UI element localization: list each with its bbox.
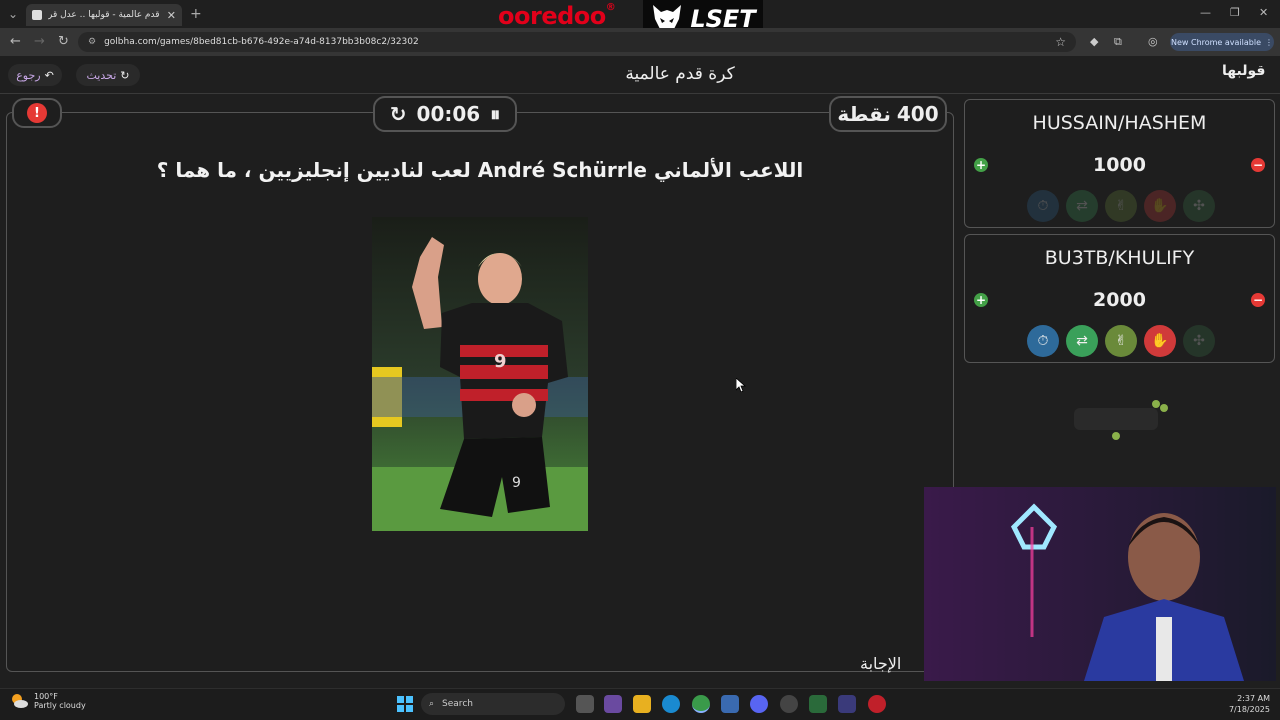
mouse-cursor-icon [735,377,747,396]
site-info-icon[interactable]: ⚙ [88,37,96,47]
stopwatch-icon[interactable]: ⏱ [1027,190,1059,222]
svg-text:9: 9 [512,475,521,491]
app-icon[interactable] [780,695,798,713]
back-label: رجوع [16,68,41,82]
svg-text:9: 9 [494,351,507,372]
hand-stop-icon[interactable]: ✋ [1144,190,1176,222]
team-name: BU3TB/KHULIFY [1044,247,1195,269]
extension-icon[interactable]: ◆ [1090,35,1098,48]
search-icon: ⌕ [429,699,435,709]
ooredoo-logo: ooredoo® [498,2,616,30]
copilot-icon[interactable] [604,695,622,713]
chrome-icon[interactable] [692,695,710,713]
watermark-logo [1068,398,1178,448]
report-button[interactable]: ! [12,98,62,128]
clock-time: 2:37 AM [1237,694,1270,703]
profile-icon[interactable]: ◎ [1148,35,1158,48]
question-text: اللاعب الألماني André Schürrle لعب لنادي… [156,158,804,182]
pinwheel-icon[interactable]: ✣ [1183,190,1215,222]
team-card: HUSSAIN/HASHEM + 1000 − ⏱ ⇄ ✌ ✋ ✣ [964,99,1275,228]
new-tab-icon[interactable]: + [190,6,202,22]
maximize-icon[interactable]: ❐ [1230,6,1240,19]
undo-arrow-icon: ↶ [44,68,54,82]
bookmark-star-icon[interactable]: ☆ [1055,35,1066,49]
tab-list-chevron-icon[interactable]: ⌄ [8,7,18,21]
team-score: 1000 [1093,154,1146,176]
discord-icon[interactable] [750,695,768,713]
windows-start-icon[interactable] [396,695,414,713]
pause-icon[interactable]: ⏸ [490,102,500,126]
store-icon[interactable] [721,695,739,713]
back-button[interactable]: رجوع ↶ [8,64,62,86]
clock-date: 7/18/2025 [1228,705,1270,714]
tab-close-icon[interactable]: ✕ [167,9,176,22]
edge-icon[interactable] [662,695,680,713]
refresh-button[interactable]: تحديث ↻ [76,64,140,86]
new-chrome-button[interactable]: New Chrome available ⋮ [1170,33,1274,51]
tab-title: كرة قدم عالمية - قولبها .. عدل قر... [48,10,161,20]
partly-cloudy-icon [12,694,28,708]
swap-icon[interactable]: ⇄ [1066,190,1098,222]
team-card: BU3TB/KHULIFY + 2000 − ⏱ ⇄ ✌ ✋ ✣ [964,234,1275,363]
xbox-icon[interactable] [809,695,827,713]
search-label: Search [442,699,473,709]
record-icon[interactable] [868,695,886,713]
media-icon[interactable] [838,695,856,713]
weather-temperature: 100°F [34,692,58,701]
lifelines: ⏱ ⇄ ✌ ✋ ✣ [1027,325,1215,357]
timer-reset-icon[interactable]: ↻ [390,102,407,126]
url-text: golbha.com/games/8bed81cb-b676-492e-a74d… [104,37,419,47]
webcam-overlay [924,487,1276,681]
stopwatch-icon[interactable]: ⏱ [1027,325,1059,357]
puzzle-icon[interactable]: ⧉ [1114,35,1122,49]
subtract-points-icon[interactable]: − [1251,158,1265,172]
system-clock[interactable]: 2:37 AM 7/18/2025 [1220,693,1270,715]
hand-stop-icon[interactable]: ✋ [1144,325,1176,357]
page-title: كرة قدم عالمية [625,64,735,84]
forward-arrow-icon[interactable]: → [34,34,45,49]
team-name: HUSSAIN/HASHEM [1032,112,1207,134]
refresh-label: تحديث [86,68,117,82]
two-fingers-icon[interactable]: ✌ [1105,325,1137,357]
weather-condition: Partly cloudy [34,701,86,710]
taskbar-search[interactable]: ⌕ Search [421,693,565,715]
address-bar[interactable]: ⚙ golbha.com/games/8bed81cb-b676-492e-a7… [78,32,1076,52]
window-close-icon[interactable]: ✕ [1259,6,1268,19]
minimize-icon[interactable]: — [1200,6,1211,19]
two-fingers-icon[interactable]: ✌ [1105,190,1137,222]
team-score: 2000 [1093,289,1146,311]
warning-icon: ! [27,103,47,123]
answer-button[interactable]: الإجابة [860,654,901,673]
file-explorer-icon[interactable] [633,695,651,713]
swap-icon[interactable]: ⇄ [1066,325,1098,357]
timer: ↻ 00:06 ⏸ [373,96,517,132]
points-label: نقطة [837,102,891,126]
timer-value: 00:06 [416,102,481,126]
subtract-points-icon[interactable]: − [1251,293,1265,307]
reload-icon[interactable]: ↻ [58,34,69,49]
pinwheel-icon[interactable]: ✣ [1183,325,1215,357]
task-view-icon[interactable] [576,695,594,713]
new-chrome-label: New Chrome available [1170,37,1262,47]
browser-tab[interactable]: كرة قدم عالمية - قولبها .. عدل قر... ✕ [26,4,182,26]
back-arrow-icon[interactable]: ← [10,34,21,49]
tab-favicon-icon [32,10,42,20]
kebab-menu-icon[interactable]: ⋮ [1265,38,1273,47]
points-badge: 400 نقطة [829,96,947,132]
site-logo[interactable]: قولبها [1222,63,1265,79]
refresh-icon: ↻ [120,68,130,82]
points-value: 400 [896,102,939,126]
weather-widget[interactable]: 100°F Partly cloudy [10,692,86,710]
player-photo: 9 9 [372,217,588,531]
lifelines: ⏱ ⇄ ✌ ✋ ✣ [1027,190,1215,222]
